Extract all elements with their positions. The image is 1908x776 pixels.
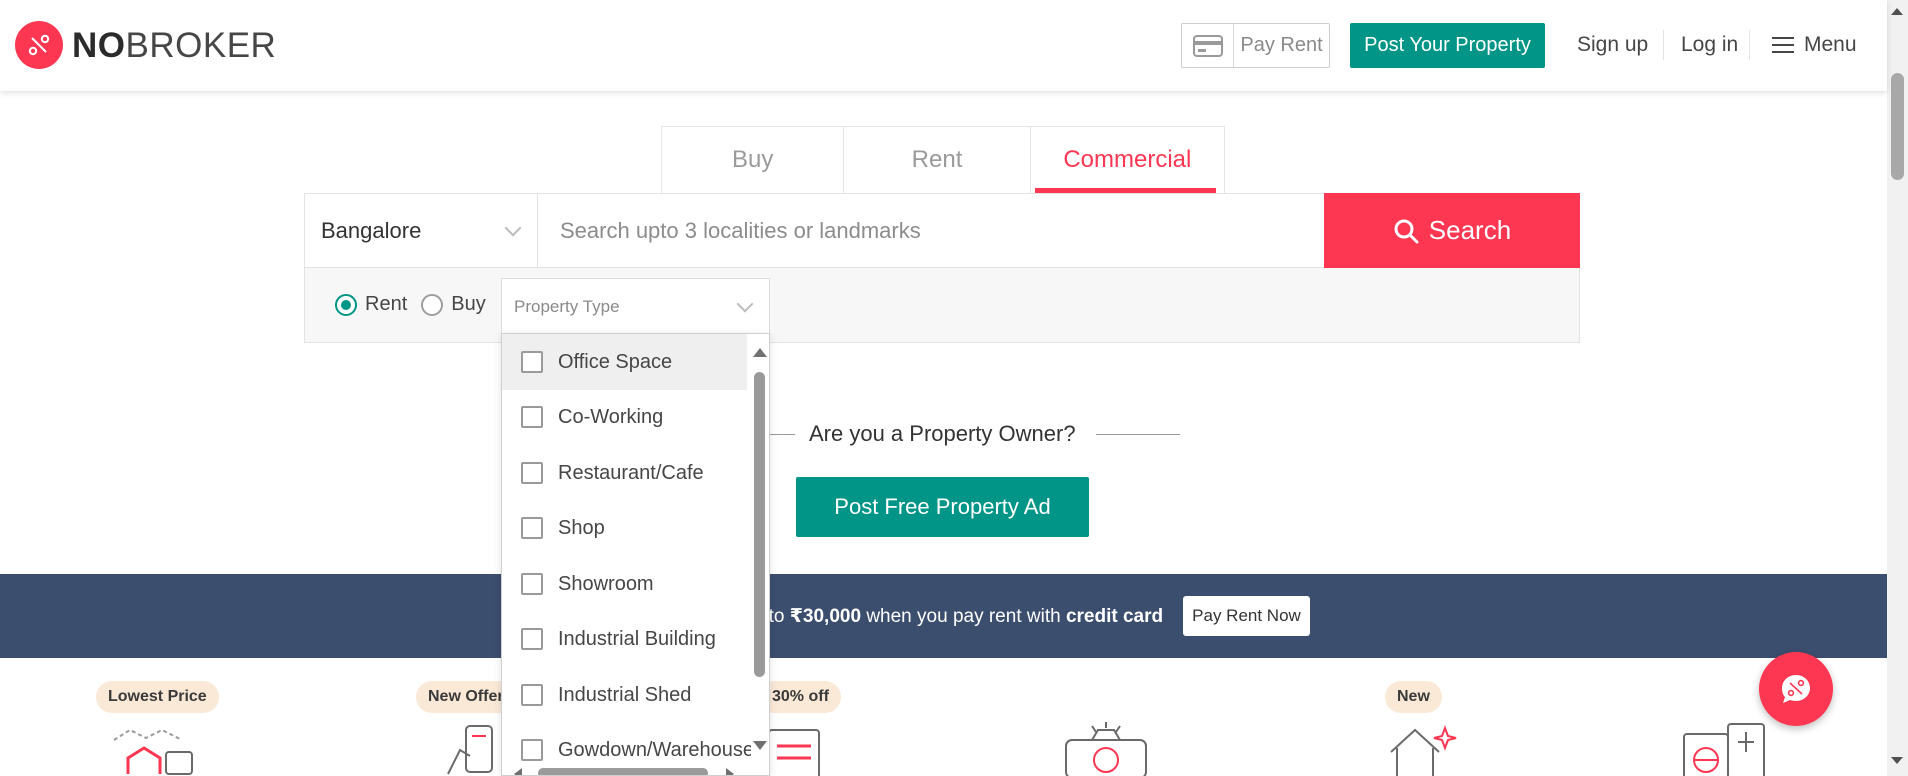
- property-type-option[interactable]: Shop: [502, 500, 747, 556]
- checkbox[interactable]: [521, 462, 543, 484]
- logo-icon[interactable]: [15, 21, 63, 69]
- logo-wordmark[interactable]: NOBROKER: [72, 26, 276, 66]
- tab-buy[interactable]: Buy: [662, 127, 845, 193]
- log-in-link[interactable]: Log in: [1681, 33, 1738, 57]
- badge-new: New: [1385, 681, 1442, 713]
- property-type-select[interactable]: Property Type: [501, 278, 770, 335]
- badge-discount: 30% off: [758, 681, 841, 713]
- option-label: Office Space: [558, 350, 673, 373]
- scroll-down-arrow-icon[interactable]: [1891, 757, 1903, 764]
- tab-rent[interactable]: Rent: [844, 127, 1031, 193]
- option-label: Co-Working: [558, 405, 664, 428]
- option-label: Showroom: [558, 572, 654, 595]
- buy-radio-label: Buy: [451, 293, 486, 315]
- chat-support-button[interactable]: [1759, 652, 1833, 726]
- nri-services-icon[interactable]: [1680, 722, 1770, 776]
- search-icon: [1394, 219, 1419, 243]
- property-type-option[interactable]: Industrial Building: [502, 611, 747, 667]
- property-type-placeholder: Property Type: [514, 296, 620, 316]
- locality-search-input[interactable]: Search upto 3 localities or landmarks: [538, 194, 1324, 267]
- option-label: Shop: [558, 516, 605, 539]
- rent-radio-option[interactable]: Rent: [335, 293, 407, 316]
- checkbox[interactable]: [521, 739, 543, 761]
- dropdown-scrollbar-thumb[interactable]: [754, 372, 765, 677]
- page: NOBROKER Pay Rent Post Your Property Sig…: [0, 0, 1908, 776]
- promo-text: pto ₹30,000 when you pay rent with credi…: [758, 605, 1163, 628]
- scroll-up-arrow-icon[interactable]: [753, 348, 767, 357]
- checkbox[interactable]: [521, 517, 543, 539]
- tab-commercial-label: Commercial: [1063, 146, 1192, 173]
- menu-label: Menu: [1804, 33, 1857, 56]
- pay-rent-label: Pay Rent: [1240, 34, 1323, 56]
- chat-icon: [1782, 675, 1810, 703]
- promo-highlight: credit card: [1065, 606, 1164, 627]
- scroll-up-arrow-icon[interactable]: [1891, 8, 1903, 15]
- option-label: Industrial Shed: [558, 683, 692, 706]
- property-type-option[interactable]: Showroom: [502, 556, 747, 612]
- checkbox[interactable]: [521, 573, 543, 595]
- scroll-down-arrow-icon[interactable]: [753, 741, 767, 750]
- post-free-property-ad-button[interactable]: Post Free Property Ad: [796, 477, 1089, 537]
- logo-bold: NO: [72, 26, 126, 65]
- menu-button[interactable]: Menu: [1772, 33, 1857, 57]
- property-type-option[interactable]: Restaurant/Cafe: [502, 445, 747, 501]
- painting-camera-icon[interactable]: [1062, 722, 1152, 776]
- cleaning-house-icon[interactable]: [1385, 722, 1475, 776]
- property-type-option[interactable]: Office Space: [502, 334, 747, 390]
- scroll-right-arrow-icon[interactable]: [726, 768, 734, 775]
- city-select[interactable]: Bangalore: [305, 194, 538, 267]
- post-your-property-button[interactable]: Post Your Property: [1350, 23, 1545, 68]
- hamburger-icon: [1772, 37, 1794, 53]
- page-scrollbar-thumb[interactable]: [1891, 73, 1904, 180]
- city-value: Bangalore: [321, 217, 422, 243]
- buy-radio[interactable]: [421, 293, 444, 316]
- badge-lowest-price: Lowest Price: [96, 681, 219, 713]
- credit-card-icon: [1182, 24, 1234, 67]
- chevron-down-icon: [736, 295, 754, 312]
- buy-radio-option[interactable]: Buy: [421, 293, 486, 316]
- pay-rent-now-button[interactable]: Pay Rent Now: [1183, 596, 1310, 636]
- property-type-option[interactable]: Co-Working: [502, 389, 747, 445]
- checkbox[interactable]: [521, 406, 543, 428]
- property-type-dropdown: Office Space Co-Working Restaurant/Cafe …: [501, 333, 770, 776]
- search-row: Bangalore Search upto 3 localities or la…: [304, 193, 1580, 268]
- listing-type-options: Rent Buy: [335, 293, 500, 316]
- promo-middle: when you pay rent with: [861, 606, 1066, 627]
- property-type-option[interactable]: Industrial Shed: [502, 667, 747, 723]
- checkbox[interactable]: [521, 628, 543, 650]
- option-label: Gowdown/Warehouse: [558, 738, 755, 761]
- search-button[interactable]: Search: [1324, 193, 1580, 268]
- chevron-down-icon: [504, 219, 522, 236]
- packers-movers-icon[interactable]: [110, 722, 200, 776]
- option-label: Industrial Building: [558, 627, 716, 650]
- search-button-label: Search: [1428, 215, 1512, 245]
- tab-commercial[interactable]: Commercial: [1031, 127, 1224, 193]
- divider: [1663, 30, 1664, 60]
- search-tabs: Buy Rent Commercial: [661, 126, 1225, 193]
- logo-rest: BROKER: [125, 26, 277, 65]
- rent-radio-label: Rent: [365, 293, 408, 315]
- owner-question: Are you a Property Owner?: [809, 421, 1076, 446]
- checkbox[interactable]: [521, 684, 543, 706]
- dropdown-horizontal-scrollbar-thumb[interactable]: [538, 768, 708, 775]
- divider: [1096, 434, 1180, 435]
- pay-rent-button[interactable]: Pay Rent: [1181, 23, 1330, 68]
- scroll-left-arrow-icon[interactable]: [514, 768, 522, 775]
- top-header: NOBROKER Pay Rent Post Your Property Sig…: [0, 0, 1887, 91]
- sign-up-link[interactable]: Sign up: [1577, 33, 1648, 57]
- rent-radio[interactable]: [335, 293, 357, 316]
- divider: [1749, 30, 1750, 60]
- promo-amount: ₹30,000: [789, 606, 862, 627]
- option-label: Restaurant/Cafe: [558, 461, 704, 484]
- checkbox[interactable]: [521, 351, 543, 373]
